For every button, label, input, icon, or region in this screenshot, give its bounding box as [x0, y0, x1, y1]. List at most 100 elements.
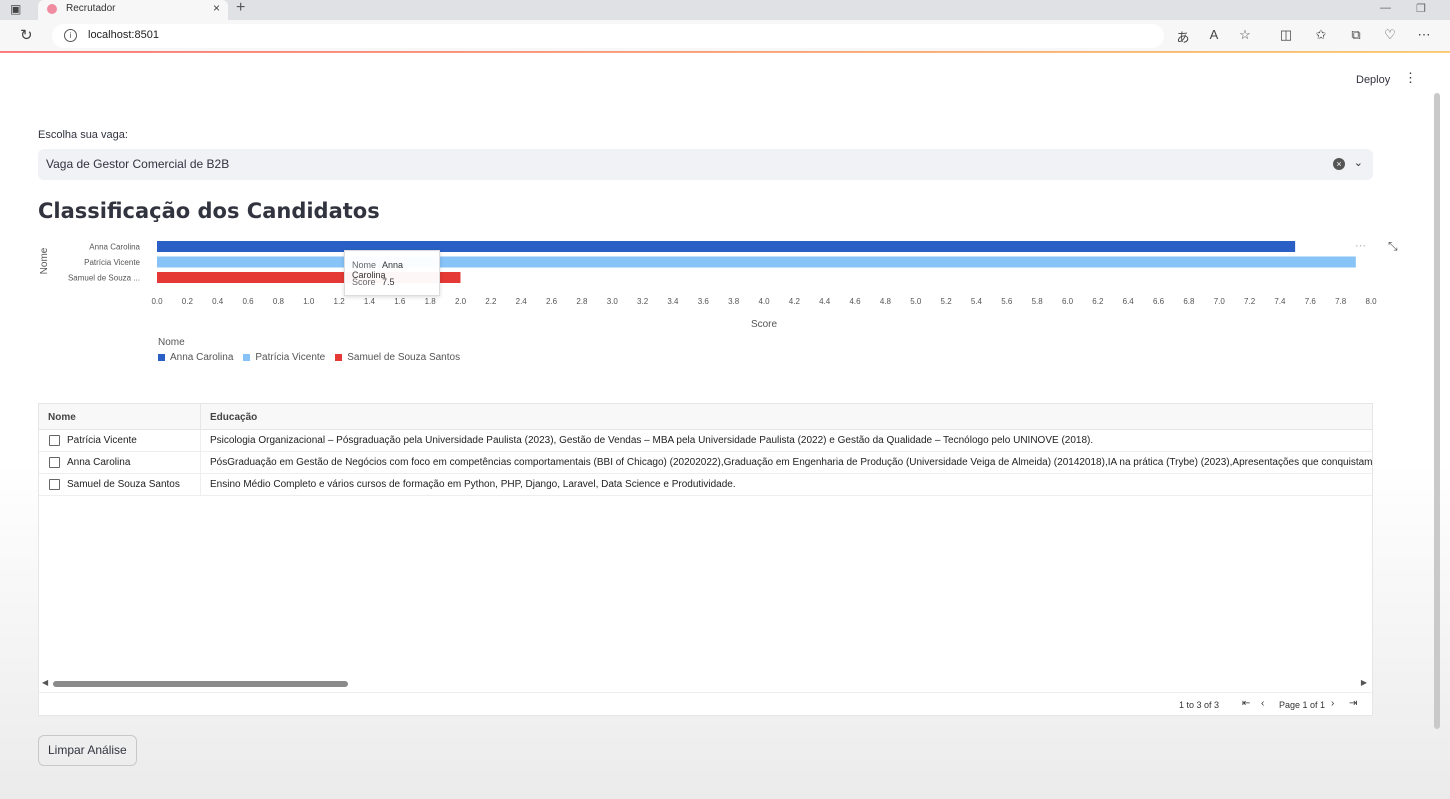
brain-icon — [47, 4, 57, 14]
x-tick-label: 2.4 — [516, 297, 528, 306]
cell-educacao: Psicologia Organizacional – Pósgraduação… — [210, 435, 1094, 446]
x-tick-label: 1.2 — [334, 297, 346, 306]
x-tick-label: 1.0 — [303, 297, 315, 306]
pagination-bar: 1 to 3 of 3 ⇤ ‹ Page 1 of 1 › ⇥ — [39, 692, 1372, 716]
sidebar-toggle-icon[interactable]: ▣ — [10, 2, 26, 16]
x-tick-label: 1.8 — [425, 297, 437, 306]
legend-label: Patrícia Vicente — [255, 352, 326, 363]
x-tick-label: 0.0 — [151, 297, 163, 306]
header-educacao[interactable]: Educação — [210, 412, 257, 423]
x-tick-label: 0.8 — [273, 297, 285, 306]
x-tick-label: 5.8 — [1032, 297, 1044, 306]
deploy-button[interactable]: Deploy — [1350, 72, 1396, 88]
y-tick-label: Anna Carolina — [89, 243, 140, 252]
cell-divider — [200, 452, 201, 474]
next-page-icon[interactable]: › — [1331, 698, 1334, 709]
url-field[interactable]: i localhost:8501 — [52, 24, 1164, 48]
minimize-icon[interactable]: — — [1380, 2, 1391, 14]
browser-tab[interactable]: Recrutador × — [38, 0, 228, 20]
cell-nome: Anna Carolina — [67, 457, 131, 468]
x-tick-label: 6.2 — [1092, 297, 1104, 306]
vaga-select-value: Vaga de Gestor Comercial de B2B — [46, 157, 230, 171]
collections-icon[interactable]: ⧉ — [1347, 27, 1365, 43]
x-tick-label: 5.6 — [1001, 297, 1013, 306]
table-row[interactable]: Patrícia Vicente Psicologia Organizacion… — [39, 430, 1372, 452]
translate-icon[interactable]: あ — [1174, 27, 1192, 46]
x-tick-label: 1.4 — [364, 297, 376, 306]
chart-options-icon[interactable]: ⋯ — [1355, 239, 1366, 252]
legend-item-samuel[interactable]: Samuel de Souza Santos — [335, 352, 460, 363]
reload-icon[interactable]: ↻ — [20, 26, 33, 44]
scroll-thumb[interactable] — [53, 681, 348, 687]
x-tick-label: 0.6 — [242, 297, 254, 306]
x-tick-label: 3.6 — [698, 297, 710, 306]
x-axis-title: Score — [751, 319, 778, 330]
x-tick-label: 3.0 — [607, 297, 619, 306]
x-tick-label: 4.4 — [819, 297, 831, 306]
scroll-right-icon[interactable]: ▶ — [1361, 678, 1367, 687]
legend-swatch — [243, 354, 251, 361]
first-page-icon[interactable]: ⇤ — [1242, 698, 1250, 709]
vaga-select[interactable]: Vaga de Gestor Comercial de B2B × ⌄ — [38, 149, 1373, 180]
favorites-icon[interactable]: ✩ — [1312, 27, 1330, 43]
x-tick-label: 0.2 — [182, 297, 194, 306]
candidates-table: Nome Educação Patrícia Vicente Psicologi… — [38, 403, 1373, 716]
x-tick-label: 5.2 — [941, 297, 953, 306]
x-tick-label: 6.4 — [1123, 297, 1135, 306]
column-divider[interactable] — [200, 404, 201, 430]
prev-page-icon[interactable]: ‹ — [1261, 698, 1264, 709]
limpar-analise-button[interactable]: Limpar Análise — [38, 735, 137, 766]
row-checkbox[interactable] — [49, 435, 60, 446]
bar — [157, 256, 1356, 268]
x-tick-label: 1.6 — [394, 297, 406, 306]
read-aloud-icon[interactable]: A — [1205, 27, 1223, 42]
table-header: Nome Educação — [39, 404, 1372, 430]
new-tab-icon[interactable]: + — [236, 0, 245, 17]
row-checkbox[interactable] — [49, 457, 60, 468]
table-row[interactable]: Anna Carolina PósGraduação em Gestão de … — [39, 452, 1372, 474]
favorite-star-icon[interactable]: ☆ — [1236, 27, 1254, 43]
legend-title: Nome — [158, 337, 185, 348]
browser-essentials-icon[interactable]: ♡ — [1381, 27, 1399, 43]
restore-icon[interactable]: ❐ — [1416, 2, 1426, 15]
y-tick-label: Patrícia Vicente — [84, 258, 140, 267]
vaga-select-label: Escolha sua vaga: — [38, 129, 128, 141]
cell-nome: Patrícia Vicente — [67, 435, 137, 446]
page-scrollbar[interactable] — [1434, 93, 1440, 729]
split-screen-icon[interactable]: ◫ — [1277, 27, 1295, 43]
x-tick-label: 5.4 — [971, 297, 983, 306]
scroll-left-icon[interactable]: ◀ — [42, 678, 48, 687]
chart-legend: Nome Anna Carolina Patrícia Vicente Samu… — [158, 337, 460, 363]
row-count: 1 to 3 of 3 — [1179, 700, 1220, 710]
chart-tooltip: Nome Anna Carolina Score 7.5 — [344, 250, 440, 296]
info-icon[interactable]: i — [64, 29, 77, 42]
x-tick-label: 3.8 — [728, 297, 740, 306]
x-tick-label: 8.0 — [1365, 297, 1377, 306]
close-tab-icon[interactable]: × — [213, 1, 220, 15]
x-tick-label: 3.4 — [667, 297, 679, 306]
legend-item-patricia[interactable]: Patrícia Vicente — [243, 352, 325, 363]
last-page-icon[interactable]: ⇥ — [1349, 698, 1357, 709]
main-menu-icon[interactable]: ⋮ — [1404, 70, 1417, 86]
clear-selection-icon[interactable]: × — [1333, 158, 1345, 170]
bar — [157, 241, 1296, 252]
tooltip-score-key: Score — [352, 277, 376, 287]
more-menu-icon[interactable]: ⋯ — [1415, 27, 1433, 43]
legend-item-anna[interactable]: Anna Carolina — [158, 352, 233, 363]
url-text[interactable]: localhost:8501 — [88, 29, 159, 41]
legend-swatch — [158, 354, 165, 361]
x-tick-label: 4.2 — [789, 297, 801, 306]
table-row[interactable]: Samuel de Souza Santos Ensino Médio Comp… — [39, 474, 1372, 496]
header-nome[interactable]: Nome — [48, 412, 76, 423]
x-tick-label: 6.8 — [1183, 297, 1195, 306]
x-tick-label: 7.2 — [1244, 297, 1256, 306]
cell-divider — [200, 474, 201, 496]
x-tick-label: 2.0 — [455, 297, 467, 306]
horizontal-scrollbar[interactable]: ◀ ▶ — [39, 678, 1372, 690]
fullscreen-icon[interactable]: ⤡ — [1388, 239, 1398, 254]
chevron-down-icon[interactable]: ⌄ — [1354, 156, 1363, 169]
tooltip-nome-key: Nome — [352, 260, 377, 270]
row-checkbox[interactable] — [49, 479, 60, 490]
page-indicator: Page 1 of 1 — [1279, 700, 1326, 710]
cell-nome: Samuel de Souza Santos — [67, 479, 180, 490]
